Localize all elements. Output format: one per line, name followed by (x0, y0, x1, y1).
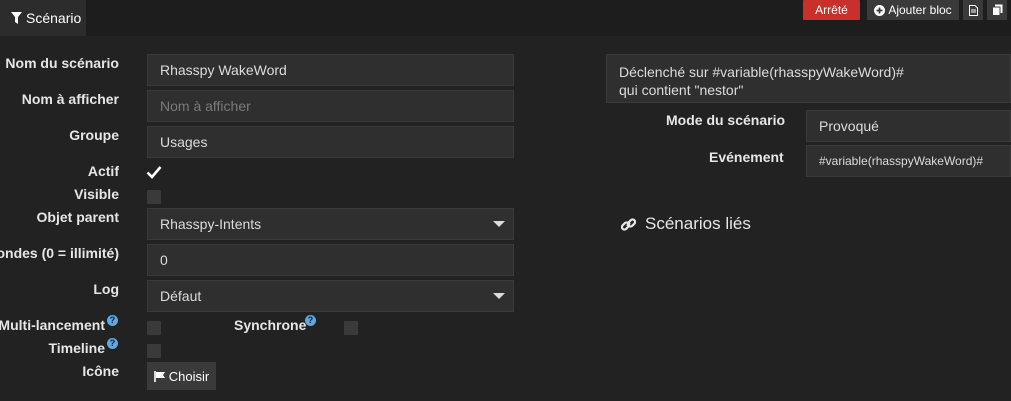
active-label-wrap: Actif (0, 163, 119, 183)
group-label: Groupe (69, 127, 119, 143)
plus-circle-icon (874, 5, 885, 16)
add-block-button[interactable]: Ajouter bloc (867, 0, 959, 20)
group-value: Usages (160, 134, 207, 150)
copy-button[interactable] (987, 0, 1007, 20)
sync-label: Synchrone (234, 317, 306, 333)
icon-label-wrap: Icône (0, 363, 119, 383)
visible-checkbox[interactable] (147, 190, 161, 204)
log-label: Log (93, 281, 119, 297)
parent-object-value: Rhasspy-Intents (160, 216, 261, 232)
timeout-label-wrap: Timeout secondes (0 = illimité) (0, 245, 119, 265)
trigger-line-1: Déclenché sur #variable(rhasspyWakeWord)… (619, 63, 998, 81)
parent-object-label: Objet parent (37, 209, 119, 225)
trigger-summary: Déclenché sur #variable(rhasspyWakeWord)… (606, 54, 1011, 103)
multi-launch-checkbox[interactable] (147, 321, 161, 335)
log-select[interactable]: Défaut (147, 280, 514, 312)
chevron-down-icon (493, 293, 505, 299)
name-label-wrap: Nom du scénario (0, 55, 119, 75)
choose-icon-button[interactable]: Choisir (147, 362, 216, 390)
visible-label: Visible (74, 186, 119, 202)
mode-value: Provoqué (819, 118, 879, 134)
trigger-line-2: qui contient "nestor" (619, 81, 998, 99)
timeout-label: Timeout secondes (0 = illimité) (0, 245, 119, 261)
event-label: Evénement (709, 149, 784, 165)
group-label-wrap: Groupe (0, 127, 119, 147)
tab-scenario[interactable]: Scénario (0, 0, 86, 36)
timeline-label-wrap: Timeline (0, 340, 105, 360)
check-icon (146, 165, 162, 179)
display-label-wrap: Nom à afficher (0, 91, 119, 111)
timeout-input[interactable]: 0 (147, 244, 514, 276)
link-icon (620, 216, 637, 233)
mode-label: Mode du scénario (666, 112, 785, 128)
timeline-checkbox[interactable] (147, 344, 161, 358)
sync-checkbox[interactable] (344, 321, 358, 335)
tab-scenario-label: Scénario (26, 10, 81, 26)
add-block-label: Ajouter bloc (888, 3, 951, 17)
display-name-label: Nom à afficher (22, 91, 119, 107)
icon-label: Icône (82, 363, 119, 379)
active-label: Actif (88, 163, 119, 179)
log-button[interactable] (963, 0, 983, 20)
mode-select[interactable]: Provoqué (806, 110, 1011, 142)
copy-icon (992, 4, 1003, 16)
chevron-down-icon (493, 221, 505, 227)
scenario-name-input[interactable]: Rhasspy WakeWord (147, 54, 514, 86)
file-icon (969, 5, 978, 16)
parent-object-select[interactable]: Rhasspy-Intents (147, 208, 514, 240)
help-icon[interactable]: ? (107, 315, 118, 326)
choose-button-label: Choisir (169, 369, 209, 384)
flag-icon (154, 371, 166, 382)
group-input[interactable]: Usages (147, 126, 514, 158)
timeout-value: 0 (160, 252, 168, 268)
linked-scenarios-heading: Scénarios liés (620, 214, 751, 234)
scenario-name-value: Rhasspy WakeWord (160, 62, 287, 78)
name-label: Nom du scénario (5, 55, 119, 71)
visible-label-wrap: Visible (0, 186, 119, 206)
display-name-input[interactable]: Nom à afficher (147, 90, 514, 122)
timeline-label: Timeline (48, 340, 105, 356)
multi-label-wrap: Multi-lancement (0, 317, 105, 337)
help-icon[interactable]: ? (107, 338, 118, 349)
log-value: Défaut (160, 288, 201, 304)
event-value: #variable(rhasspyWakeWord)# (819, 154, 983, 168)
parent-label-wrap: Objet parent (0, 209, 119, 229)
display-name-placeholder: Nom à afficher (160, 98, 251, 114)
help-icon[interactable]: ? (305, 315, 316, 326)
linked-scenarios-title: Scénarios liés (645, 214, 751, 234)
log-label-wrap: Log (0, 281, 119, 301)
active-checkbox[interactable] (146, 165, 162, 182)
filter-icon (11, 12, 22, 24)
event-input[interactable]: #variable(rhasspyWakeWord)# (806, 145, 1011, 177)
stop-status-button[interactable]: Arrêté (803, 0, 860, 20)
multi-launch-label: Multi-lancement (0, 317, 105, 333)
